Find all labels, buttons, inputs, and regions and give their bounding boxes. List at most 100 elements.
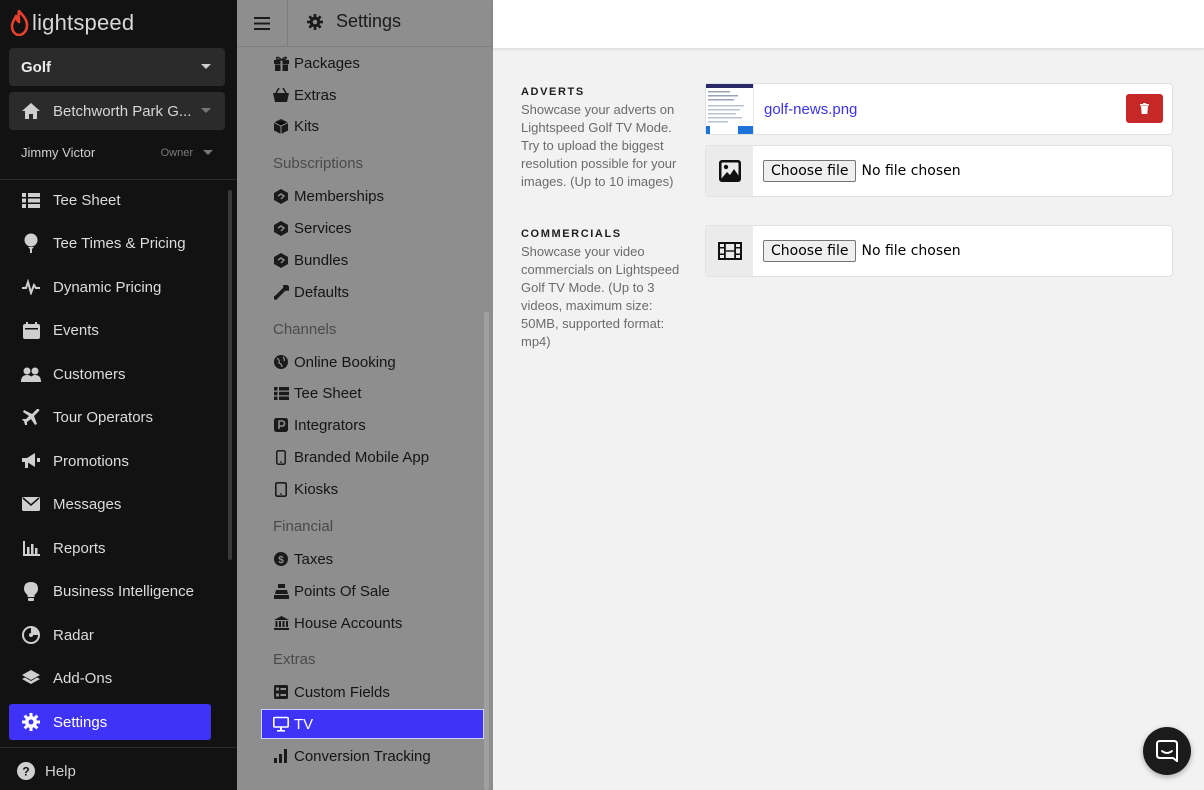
settings-item-tv[interactable]: TV — [261, 709, 484, 739]
settings-item-custom-fields[interactable]: Custom Fields — [273, 680, 390, 704]
settings-item-house-accounts[interactable]: House Accounts — [273, 611, 402, 635]
advert-file-name[interactable]: golf-news.png — [764, 101, 857, 118]
nav-label: Tour Operators — [53, 408, 154, 426]
commercial-choose-file-button[interactable]: Choose file — [763, 240, 857, 262]
nav-events[interactable]: Events — [9, 312, 211, 348]
settings-item-label: Kits — [294, 117, 320, 135]
flame-icon — [10, 10, 29, 36]
settings-item-label: Tee Sheet — [294, 384, 362, 402]
settings-item-label: Packages — [294, 54, 360, 72]
brand-badge-icon — [273, 220, 289, 236]
advert-no-file-text: No file chosen — [861, 163, 961, 179]
tablet-icon — [273, 481, 289, 497]
chat-launcher-button[interactable] — [1143, 727, 1191, 775]
users-icon — [21, 364, 41, 384]
sidebar-scrollbar[interactable] — [228, 190, 232, 560]
nav-promotions[interactable]: Promotions — [9, 443, 211, 479]
settings-item-label: Conversion Tracking — [294, 747, 431, 765]
nav-label: Messages — [53, 495, 122, 513]
settings-item-packages[interactable]: Packages — [273, 51, 360, 75]
course-select-value: Betchworth Park G... — [53, 102, 192, 120]
settings-item-online-booking[interactable]: Online Booking — [273, 350, 396, 374]
nav-settings[interactable]: Settings — [9, 704, 211, 740]
commercials-heading: COMMERCIALS — [521, 228, 622, 240]
advert-file-row: golf-news.png — [705, 83, 1173, 135]
calendar-icon — [21, 320, 41, 340]
nav-radar[interactable]: Radar — [9, 617, 211, 653]
advert-choose-file-button[interactable]: Choose file — [763, 160, 857, 182]
lightspeed-logo[interactable]: lightspeed — [10, 9, 134, 37]
advert-thumbnail[interactable] — [706, 84, 754, 134]
settings-item-label: Bundles — [294, 251, 349, 269]
nav-dynamic-pricing[interactable]: Dynamic Pricing — [9, 269, 211, 305]
caret-down-icon — [203, 150, 213, 155]
settings-item-integrators[interactable]: Integrators — [273, 413, 366, 437]
svg-text:$: $ — [278, 555, 284, 566]
form-icon — [273, 684, 289, 700]
settings-item-taxes[interactable]: $ Taxes — [273, 547, 333, 571]
nav-business-intelligence[interactable]: Business Intelligence — [9, 573, 211, 609]
image-icon — [718, 160, 741, 182]
settings-item-defaults[interactable]: Defaults — [273, 280, 349, 304]
nav-messages[interactable]: Messages — [9, 486, 211, 522]
settings-title: Settings — [307, 11, 401, 32]
user-name: Jimmy Victor — [21, 145, 96, 160]
gear-icon — [307, 13, 323, 30]
home-icon — [22, 103, 40, 119]
nav-tee-times-pricing[interactable]: Tee Times & Pricing — [9, 225, 211, 261]
pulse-icon — [21, 277, 41, 297]
chat-icon — [1156, 740, 1178, 762]
settings-item-bundles[interactable]: Bundles — [273, 248, 348, 272]
nav-tee-sheet[interactable]: Tee Sheet — [9, 182, 211, 218]
monitor-icon — [273, 716, 289, 732]
delete-advert-button[interactable] — [1126, 94, 1163, 123]
settings-item-services[interactable]: Services — [273, 216, 352, 240]
layers-icon — [21, 668, 41, 688]
brand-name: lightspeed — [32, 10, 135, 35]
settings-item-label: Services — [294, 219, 352, 237]
nav-label: Settings — [53, 713, 108, 731]
brand-badge-icon — [273, 188, 289, 204]
commercial-no-file-text: No file chosen — [861, 243, 961, 259]
nav-add-ons[interactable]: Add-Ons — [9, 660, 211, 696]
settings-item-kiosks[interactable]: Kiosks — [273, 477, 338, 501]
settings-menu: Settings Packages Extras Kits Subscripti… — [237, 0, 493, 790]
bar-chart-icon — [21, 538, 41, 558]
help-label: Help — [45, 762, 76, 780]
caret-down-icon — [201, 108, 211, 113]
nav-tour-operators[interactable]: Tour Operators — [9, 399, 211, 435]
settings-item-branded-mobile-app[interactable]: Branded Mobile App — [273, 445, 429, 469]
divider — [0, 747, 237, 748]
settings-menu-scrollbar[interactable] — [484, 312, 489, 790]
main-sidebar: lightspeed Golf Betchworth Park G... Jim… — [0, 0, 237, 790]
nav-label: Customers — [53, 365, 126, 383]
settings-item-label: Online Booking — [294, 353, 396, 371]
settings-item-points-of-sale[interactable]: Points Of Sale — [273, 579, 390, 603]
nav-customers[interactable]: Customers — [9, 356, 211, 392]
settings-item-memberships[interactable]: Memberships — [273, 184, 384, 208]
nav-label: Radar — [53, 626, 94, 644]
adverts-description: Showcase your adverts on Lightspeed Golf… — [521, 102, 677, 189]
megaphone-icon — [21, 451, 41, 471]
golf-ball-tee-icon — [21, 233, 41, 253]
help-link[interactable]: ? Help — [17, 762, 76, 780]
table-icon — [273, 385, 289, 401]
hamburger-button[interactable] — [237, 0, 288, 47]
film-icon — [717, 242, 742, 260]
org-select-value: Golf — [21, 58, 51, 76]
settings-item-label: Memberships — [294, 187, 385, 205]
settings-item-label: Extras — [294, 86, 337, 104]
radar-icon — [21, 625, 41, 645]
nav-reports[interactable]: Reports — [9, 530, 211, 566]
settings-item-label: TV — [294, 715, 314, 733]
course-select[interactable]: Betchworth Park G... — [9, 92, 225, 130]
settings-item-conversion-tracking[interactable]: Conversion Tracking — [273, 744, 431, 768]
settings-item-label: Branded Mobile App — [294, 448, 430, 466]
settings-section-heading: Financial — [273, 518, 334, 535]
settings-item-tee-sheet[interactable]: Tee Sheet — [273, 381, 362, 405]
lightbulb-icon — [21, 581, 41, 601]
settings-item-kits[interactable]: Kits — [273, 114, 319, 138]
settings-item-extras[interactable]: Extras — [273, 83, 337, 107]
user-menu[interactable]: Jimmy Victor Owner — [21, 145, 221, 160]
org-select[interactable]: Golf — [9, 48, 225, 86]
